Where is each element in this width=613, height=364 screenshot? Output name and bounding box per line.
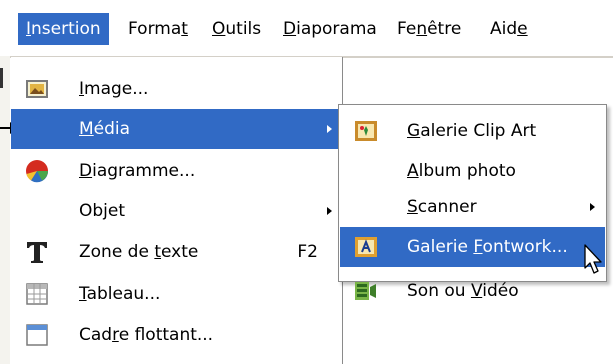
- menu-item-label: Objet: [79, 201, 126, 221]
- menu-item-objet[interactable]: Objet: [11, 191, 342, 231]
- mnemonic: t: [181, 19, 188, 39]
- label-pre: Fe: [397, 19, 417, 39]
- media-submenu: Galerie Clip Art Album photo Scanner Gal…: [338, 104, 607, 301]
- submenu-arrow-icon: [327, 207, 332, 215]
- label-post: iaporama: [296, 19, 377, 39]
- insertion-menu: Image... Média Diagramme... Objet Zone d…: [11, 57, 343, 364]
- submenu-item-son-ou-video[interactable]: Son ou Vidéo: [340, 271, 605, 311]
- label-post: utils: [225, 19, 262, 39]
- menu-item-label: Tableau...: [79, 284, 161, 304]
- text-icon: [27, 242, 47, 263]
- menu-item-tableau[interactable]: Tableau...: [11, 274, 342, 314]
- menu-item-label: Zone de texte: [79, 242, 199, 262]
- menu-bar: Insertion Format Outils Diaporama Fenêtr…: [0, 0, 613, 58]
- menu-item-label: Média: [79, 119, 131, 139]
- submenu-arrow-icon: [590, 203, 595, 211]
- menu-item-label: Image...: [79, 79, 149, 99]
- submenu-item-label: Son ou Vidéo: [407, 281, 519, 301]
- menu-item-cadre-flottant[interactable]: Cadre flottant...: [11, 315, 342, 355]
- submenu-item-label: Galerie Clip Art: [407, 121, 537, 141]
- mnemonic: D: [283, 19, 297, 39]
- submenu-item-galerie-fontwork[interactable]: Galerie Fontwork...: [340, 227, 605, 267]
- menu-item-diagramme[interactable]: Diagramme...: [11, 151, 342, 191]
- mnemonic: e: [517, 19, 528, 39]
- menubar-item-outils[interactable]: Outils: [212, 14, 261, 44]
- submenu-item-label: Scanner: [407, 197, 477, 217]
- fontwork-icon: [355, 237, 377, 257]
- table-icon: [26, 283, 48, 305]
- margin-mark: [0, 68, 3, 88]
- menu-item-media[interactable]: Média: [11, 109, 342, 149]
- submenu-item-label: Galerie Fontwork...: [407, 237, 568, 257]
- image-icon: [26, 80, 48, 98]
- menubar-item-insertion[interactable]: Insertion: [18, 13, 109, 45]
- menu-item-label: Diagramme...: [79, 161, 196, 181]
- shortcut-label: F2: [297, 242, 318, 262]
- menubar-item-diaporama[interactable]: Diaporama: [283, 14, 377, 44]
- mnemonic: O: [212, 19, 226, 39]
- submenu-item-label: Album photo: [407, 161, 516, 181]
- menu-item-zone-de-texte[interactable]: Zone de texte F2: [11, 232, 342, 272]
- mnemonic: n: [416, 19, 428, 39]
- submenu-item-scanner[interactable]: Scanner: [340, 187, 605, 227]
- chart-icon: [26, 160, 49, 183]
- submenu-arrow-icon: [327, 125, 332, 133]
- menubar-item-aide[interactable]: Aide: [490, 14, 528, 44]
- left-margin: [0, 56, 10, 364]
- menu-item-label: Cadre flottant...: [79, 325, 214, 345]
- mouse-cursor-icon: [584, 244, 602, 274]
- sound-video-icon: [355, 282, 376, 300]
- submenu-item-album-photo[interactable]: Album photo: [340, 151, 605, 191]
- submenu-item-galerie-clip-art[interactable]: Galerie Clip Art: [340, 111, 605, 151]
- menubar-item-fenetre[interactable]: Fenêtre: [397, 14, 461, 44]
- label-post: être: [427, 19, 462, 39]
- label-pre: Aid: [490, 19, 518, 39]
- menu-item-image[interactable]: Image...: [11, 69, 342, 109]
- frame-icon: [26, 324, 48, 346]
- menubar-item-format[interactable]: Format: [128, 14, 188, 44]
- label-pre: Forma: [128, 19, 182, 39]
- label-rest: nsertion: [31, 19, 101, 39]
- gallery-icon: [355, 121, 377, 141]
